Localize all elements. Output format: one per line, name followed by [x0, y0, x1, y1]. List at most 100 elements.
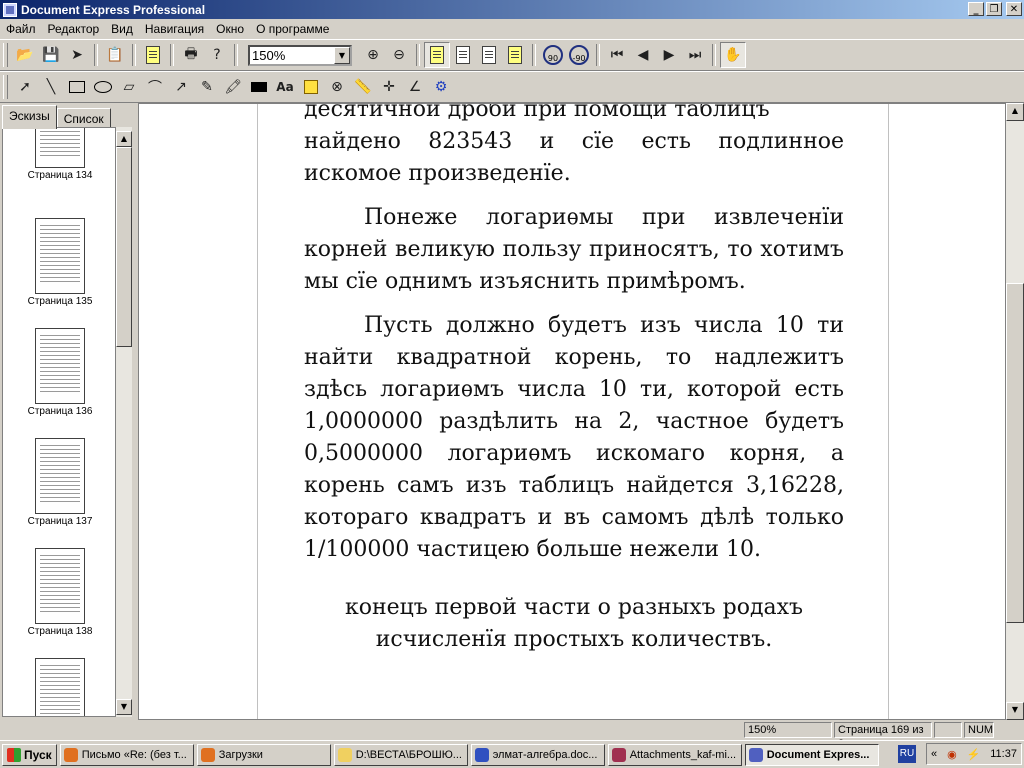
system-tray: « ◉ ⚡ 11:37 — [926, 743, 1022, 765]
document-view[interactable]: десятичной дроби при помощи таблицъ найд… — [138, 103, 1006, 720]
single-page-icon[interactable] — [424, 42, 450, 68]
start-button[interactable]: Пуск — [2, 743, 57, 766]
zoom-out-icon[interactable]: ⊖ — [386, 42, 412, 68]
toolbar-grip[interactable] — [3, 75, 8, 99]
tab-list[interactable]: Список — [56, 108, 111, 129]
thumbnail-item[interactable] — [3, 658, 115, 716]
task-downloads[interactable]: Загрузки — [196, 743, 331, 766]
rectangle-tool-icon[interactable] — [64, 74, 90, 100]
paragraph-logarithm: Понеже логариѳмы при извлеченїи корней в… — [304, 205, 844, 294]
filled-rect-icon[interactable] — [246, 74, 272, 100]
thumbnail-list: Страница 134 Страница 135 Страница 136 С… — [2, 127, 116, 717]
page-thumbnail — [35, 438, 85, 514]
scroll-up-arrow-icon[interactable]: ▲ — [116, 131, 132, 147]
stamp-icon[interactable]: ⊗ — [324, 74, 350, 100]
text-tool-icon[interactable]: Aa — [272, 74, 298, 100]
main-toolbar: 📂 💾 ➤ 📋 🖶 ? 150% ▼ ⊕ ⊖ 90 -90 ⏮ ◀ ▶ ⏭ ✋ — [0, 39, 1024, 71]
status-num: NUM — [964, 722, 994, 738]
highlighter-icon[interactable]: 🖍 — [220, 74, 246, 100]
menu-edit[interactable]: Редактор — [42, 22, 106, 36]
paste-icon[interactable]: 📋 — [102, 42, 128, 68]
paragraph-top: десятичной дроби при помощи таблицъ — [304, 103, 770, 122]
app-icon — [748, 747, 763, 762]
open-folder-icon[interactable]: 📂 — [12, 42, 38, 68]
save-icon[interactable]: 💾 — [38, 42, 64, 68]
task-mail[interactable]: Письмо «Re: (без т... — [59, 743, 194, 766]
thumbnail-scrollbar[interactable]: ▲ ▼ — [116, 127, 132, 717]
scroll-thumb[interactable] — [1006, 283, 1024, 623]
sticky-note-icon[interactable] — [298, 74, 324, 100]
properties-icon[interactable] — [140, 42, 166, 68]
zoom-in-icon[interactable]: ⊕ — [360, 42, 386, 68]
page-thumbnail — [35, 328, 85, 404]
task-document-express[interactable]: Document Expres... — [744, 743, 879, 766]
menu-window[interactable]: Окно — [210, 22, 250, 36]
line-tool-icon[interactable]: ╲ — [38, 74, 64, 100]
language-indicator[interactable]: RU — [898, 745, 916, 763]
thumbnail-view-icon[interactable] — [502, 42, 528, 68]
freehand-pen-icon[interactable]: ✎ — [194, 74, 220, 100]
folder-icon — [337, 747, 352, 762]
chevron-down-icon[interactable]: ▼ — [334, 46, 350, 64]
prev-page-icon[interactable]: ◀ — [630, 42, 656, 68]
network-icon[interactable]: ⚡ — [967, 748, 981, 761]
rotate-right-icon[interactable]: -90 — [566, 42, 592, 68]
thumbnail-item[interactable]: Страница 135 — [3, 218, 115, 307]
status-bar: 150% Страница 169 из 3 NUM — [0, 720, 1024, 750]
task-word[interactable]: элмат-алгебра.doc... — [470, 743, 605, 766]
status-empty — [934, 722, 962, 738]
polygon-tool-icon[interactable]: ▱ — [116, 74, 142, 100]
thumbnail-item[interactable]: Страница 136 — [3, 328, 115, 417]
thumbnail-item[interactable]: Страница 138 — [3, 548, 115, 637]
tray-app-icon[interactable]: ◉ — [947, 748, 957, 761]
ellipse-tool-icon[interactable] — [90, 74, 116, 100]
word-doc-icon — [474, 747, 489, 762]
menu-view[interactable]: Вид — [105, 22, 139, 36]
archive-icon — [611, 747, 626, 762]
tab-thumbnails[interactable]: Эскизы — [2, 105, 57, 129]
scroll-down-arrow-icon[interactable]: ▼ — [116, 699, 132, 715]
polyline-tool-icon[interactable]: ⌒ — [142, 74, 168, 100]
link-tool-icon[interactable]: ⚙ — [428, 74, 454, 100]
close-button[interactable]: ✕ — [1006, 2, 1022, 16]
menu-navigation[interactable]: Навигация — [139, 22, 210, 36]
last-page-icon[interactable]: ⏭ — [682, 42, 708, 68]
menu-bar: Файл Редактор Вид Навигация Окно О прогр… — [0, 19, 1024, 39]
window-title: Document Express Professional — [21, 2, 206, 17]
windows-logo-icon — [7, 747, 21, 762]
crosshair-icon[interactable]: ✛ — [376, 74, 402, 100]
arrow-tool-icon[interactable]: ↗ — [168, 74, 194, 100]
paragraph-example: Пусть должно будетъ изъ числа 10 ти найт… — [304, 313, 844, 562]
ruler-icon[interactable]: 📏 — [350, 74, 376, 100]
task-attachments[interactable]: Attachments_kaf-mi... — [607, 743, 742, 766]
help-icon[interactable]: ? — [204, 42, 230, 68]
thumbnail-panel: Эскизы Список Страница 134 Страница 135 … — [0, 103, 138, 720]
menu-file[interactable]: Файл — [0, 22, 42, 36]
scroll-thumb[interactable] — [116, 147, 132, 347]
rotate-left-icon[interactable]: 90 — [540, 42, 566, 68]
thumbnail-item[interactable]: Страница 137 — [3, 438, 115, 527]
fit-width-icon[interactable] — [476, 42, 502, 68]
scan-icon[interactable]: ➤ — [64, 42, 90, 68]
chapter-end-note: конецъ первой части о разныхъ родахъ исч… — [344, 595, 804, 652]
thumbnail-item[interactable]: Страница 134 — [3, 128, 115, 181]
fit-page-icon[interactable] — [450, 42, 476, 68]
minimize-button[interactable]: _ — [968, 2, 984, 16]
angle-tool-icon[interactable]: ∠ — [402, 74, 428, 100]
scroll-down-arrow-icon[interactable]: ▼ — [1006, 702, 1024, 720]
hand-tool-icon[interactable]: ✋ — [720, 42, 746, 68]
task-folder[interactable]: D:\ВЕСТА\БРОШЮ... — [333, 743, 468, 766]
clock: 11:37 — [990, 748, 1017, 760]
menu-about[interactable]: О программе — [250, 22, 335, 36]
first-page-icon[interactable]: ⏮ — [604, 42, 630, 68]
scroll-up-arrow-icon[interactable]: ▲ — [1006, 103, 1024, 121]
zoom-select[interactable]: 150% ▼ — [248, 44, 352, 66]
next-page-icon[interactable]: ▶ — [656, 42, 682, 68]
tray-expand-icon[interactable]: « — [931, 748, 937, 760]
firefox-icon — [200, 747, 215, 762]
select-arrow-icon[interactable]: ➚ — [12, 74, 38, 100]
print-icon[interactable]: 🖶 — [178, 42, 204, 68]
toolbar-grip[interactable] — [3, 43, 8, 67]
document-scrollbar[interactable]: ▲ ▼ — [1006, 103, 1024, 720]
maximize-button[interactable]: ❐ — [986, 2, 1002, 16]
